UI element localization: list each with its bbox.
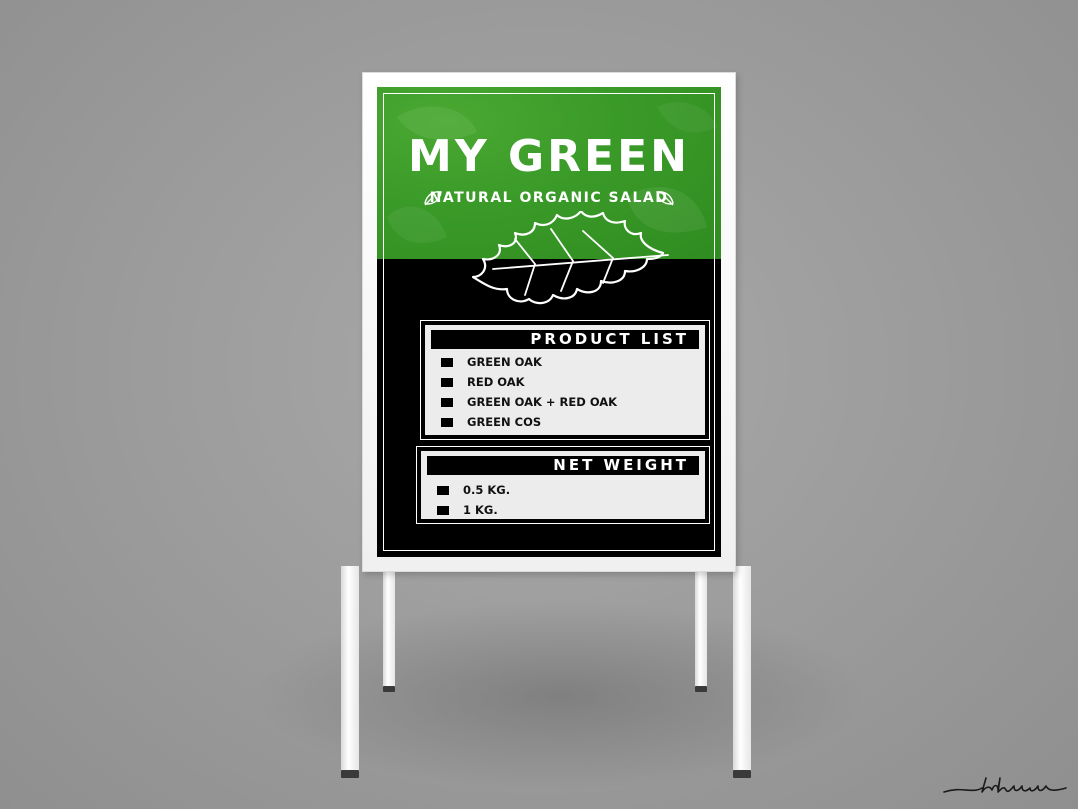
- back-foot-right: [695, 686, 707, 692]
- bullet-square-icon: [441, 397, 453, 407]
- product-item-label: RED OAK: [467, 375, 525, 389]
- sign-title: MY GREEN: [408, 131, 690, 182]
- list-item: GREEN OAK + RED OAK: [441, 393, 617, 411]
- back-foot-left: [383, 686, 395, 692]
- a-frame-sign-board: MY GREEN NATURAL ORGANIC SALAD PRODUCT L…: [362, 72, 736, 572]
- small-leaf-icon: [656, 191, 674, 206]
- bullet-square-icon: [441, 377, 453, 387]
- list-item: RED OAK: [441, 373, 525, 391]
- bullet-square-icon: [437, 485, 449, 495]
- product-list-box: PRODUCT LIST GREEN OAK RED OAK GREEN OAK…: [420, 320, 710, 440]
- net-weight-header: NET WEIGHT: [427, 456, 699, 475]
- oak-leaf-icon: [471, 211, 669, 305]
- front-foot-left: [341, 770, 359, 778]
- net-weight-box: NET WEIGHT 0.5 KG. 1 KG.: [416, 446, 710, 524]
- bullet-square-icon: [441, 417, 453, 427]
- front-leg-right: [733, 566, 751, 772]
- list-item: 0.5 KG.: [437, 481, 510, 499]
- back-leg-left: [383, 566, 395, 688]
- poster: MY GREEN NATURAL ORGANIC SALAD PRODUCT L…: [377, 87, 721, 557]
- back-leg-right: [695, 566, 707, 688]
- list-item: 1 KG.: [437, 501, 498, 519]
- front-leg-left: [341, 566, 359, 772]
- artist-signature: [943, 777, 1067, 793]
- product-list-header: PRODUCT LIST: [431, 330, 699, 349]
- bullet-square-icon: [437, 505, 449, 515]
- product-item-label: GREEN OAK: [467, 355, 542, 369]
- list-item: GREEN COS: [441, 413, 541, 431]
- front-foot-right: [733, 770, 751, 778]
- weight-item-label: 1 KG.: [463, 503, 498, 517]
- product-item-label: GREEN OAK + RED OAK: [467, 395, 618, 409]
- bullet-square-icon: [441, 357, 453, 367]
- weight-item-label: 0.5 KG.: [463, 483, 511, 497]
- list-item: GREEN OAK: [441, 353, 542, 371]
- product-item-label: GREEN COS: [467, 415, 542, 429]
